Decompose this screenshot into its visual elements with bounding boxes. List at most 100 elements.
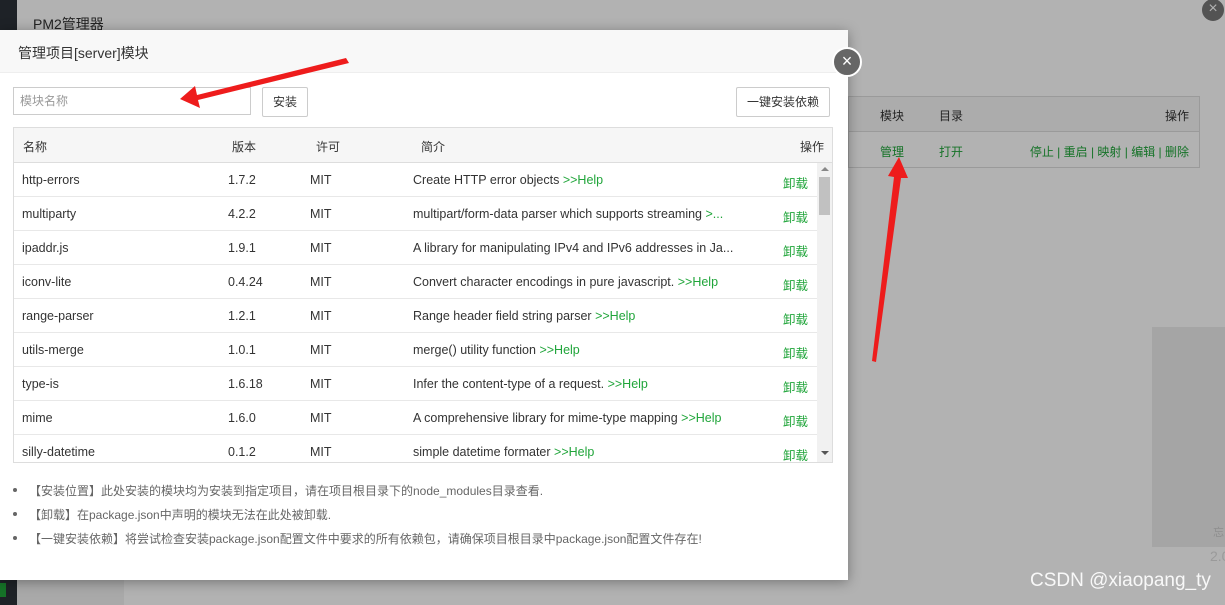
note-text: 【安装位置】此处安装的模块均为安装到指定项目，请在项目根目录下的node_mod…	[29, 484, 544, 498]
close-icon[interactable]: ×	[832, 47, 862, 77]
note-text: 【卸载】在package.json中声明的模块无法在此处被卸载.	[29, 508, 332, 522]
col-actions: 操作	[800, 140, 825, 154]
module-description: Infer the content-type of a request. >>H…	[413, 377, 745, 391]
table-row: mime 1.6.0 MIT A comprehensive library for …	[14, 401, 817, 435]
module-license: MIT	[310, 377, 332, 391]
table-row: type-is 1.6.18 MIT Infer the content-type o…	[14, 367, 817, 401]
bullet-icon	[13, 536, 17, 540]
table-row: iconv-lite 0.4.24 MIT Convert character enc…	[14, 265, 817, 299]
uninstall-link[interactable]: 卸载	[783, 377, 813, 396]
help-link[interactable]: >>Help	[563, 173, 603, 187]
install-button[interactable]: 安装	[262, 87, 308, 117]
note-item: 【安装位置】此处安装的模块均为安装到指定项目，请在项目根目录下的node_mod…	[13, 482, 833, 506]
description-text: Infer the content-type of a request.	[413, 377, 608, 391]
module-name: type-is	[22, 377, 59, 391]
module-name: http-errors	[22, 173, 80, 187]
module-name: silly-datetime	[22, 445, 95, 459]
uninstall-link[interactable]: 卸载	[783, 445, 813, 462]
scroll-thumb[interactable]	[819, 177, 830, 215]
module-name: utils-merge	[22, 343, 84, 357]
module-description: multipart/form-data parser which support…	[413, 207, 745, 221]
module-description: A comprehensive library for mime-type ma…	[413, 411, 745, 425]
uninstall-link[interactable]: 卸载	[783, 411, 813, 430]
description-text: Range header field string parser	[413, 309, 596, 323]
module-license: MIT	[310, 445, 332, 459]
module-license: MIT	[310, 173, 332, 187]
module-description: Range header field string parser >>Help	[413, 309, 745, 323]
help-link[interactable]: >>Help	[678, 275, 718, 289]
table-row: multiparty 4.2.2 MIT multipart/form-data pa…	[14, 197, 817, 231]
module-name: range-parser	[22, 309, 94, 323]
module-name: ipaddr.js	[22, 241, 69, 255]
description-text: simple datetime formater	[413, 445, 555, 459]
help-link[interactable]: >>Help	[595, 309, 635, 323]
module-license: MIT	[310, 241, 332, 255]
bullet-icon	[13, 488, 17, 492]
table-row: range-parser 1.2.1 MIT Range header field s…	[14, 299, 817, 333]
table-scrollbar[interactable]	[817, 163, 832, 462]
table-row: utils-merge 1.0.1 MIT merge() utility funct…	[14, 333, 817, 367]
module-version: 1.0.1	[228, 343, 256, 357]
module-version: 4.2.2	[228, 207, 256, 221]
module-version: 1.6.18	[228, 377, 263, 391]
module-license: MIT	[310, 207, 332, 221]
note-text: 【一键安装依赖】将尝试检查安装package.json配置文件中要求的所有依赖包…	[29, 532, 702, 546]
modules-table: 名称 版本 许可 简介 操作 http-errors 1.7.2 MIT Create…	[13, 127, 833, 463]
dialog-header: 管理项目[server]模块	[0, 30, 848, 73]
description-text: A library for manipulating IPv4 and IPv6…	[413, 241, 734, 255]
help-link[interactable]: >>Help	[608, 377, 648, 391]
module-description: A library for manipulating IPv4 and IPv6…	[413, 241, 745, 255]
module-description: simple datetime formater >>Help	[413, 445, 745, 459]
description-text: A comprehensive library for mime-type ma…	[413, 411, 682, 425]
help-link[interactable]: >...	[705, 207, 723, 221]
uninstall-link[interactable]: 卸载	[783, 275, 813, 294]
uninstall-link[interactable]: 卸载	[783, 207, 813, 226]
table-row: silly-datetime 0.1.2 MIT simple datetime fo…	[14, 435, 817, 462]
col-version: 版本	[232, 140, 257, 154]
module-description: Create HTTP error objects >>Help	[413, 173, 745, 187]
dialog-title: 管理项目[server]模块	[18, 45, 149, 61]
scroll-up-icon[interactable]	[821, 167, 829, 171]
help-link[interactable]: >>Help	[554, 445, 594, 459]
description-text: Convert character encodings in pure java…	[413, 275, 678, 289]
note-item: 【卸载】在package.json中声明的模块无法在此处被卸载.	[13, 506, 833, 530]
description-text: multipart/form-data parser which support…	[413, 207, 706, 221]
module-license: MIT	[310, 275, 332, 289]
modules-table-body: http-errors 1.7.2 MIT Create HTTP error obj…	[14, 163, 817, 462]
module-version: 0.1.2	[228, 445, 256, 459]
table-row: ipaddr.js 1.9.1 MIT A library for manipulat…	[14, 231, 817, 265]
module-version: 1.2.1	[228, 309, 256, 323]
col-license: 许可	[316, 140, 341, 154]
uninstall-link[interactable]: 卸载	[783, 173, 813, 192]
modules-table-header: 名称 版本 许可 简介 操作	[14, 128, 832, 163]
description-text: merge() utility function	[413, 343, 540, 357]
table-row: http-errors 1.7.2 MIT Create HTTP error obj…	[14, 163, 817, 197]
help-link[interactable]: >>Help	[539, 343, 579, 357]
help-link[interactable]: >>Help	[681, 411, 721, 425]
module-name: iconv-lite	[22, 275, 72, 289]
module-manager-dialog: 管理项目[server]模块 × 安装 一键安装依赖 名称 版本 许可 简介 操…	[0, 30, 862, 580]
uninstall-link[interactable]: 卸载	[783, 343, 813, 362]
module-version: 0.4.24	[228, 275, 263, 289]
module-license: MIT	[310, 309, 332, 323]
module-version: 1.7.2	[228, 173, 256, 187]
module-description: merge() utility function >>Help	[413, 343, 745, 357]
help-notes: 【安装位置】此处安装的模块均为安装到指定项目，请在项目根目录下的node_mod…	[13, 482, 833, 554]
bullet-icon	[13, 512, 17, 516]
module-name: multiparty	[22, 207, 77, 221]
uninstall-link[interactable]: 卸载	[783, 309, 813, 328]
uninstall-link[interactable]: 卸载	[783, 241, 813, 260]
scroll-down-icon[interactable]	[821, 451, 829, 455]
module-name: mime	[22, 411, 53, 425]
col-name: 名称	[23, 140, 48, 154]
module-version: 1.9.1	[228, 241, 256, 255]
col-description: 简介	[421, 140, 446, 154]
module-license: MIT	[310, 411, 332, 425]
description-text: Create HTTP error objects	[413, 173, 563, 187]
install-dependencies-button[interactable]: 一键安装依赖	[736, 87, 830, 117]
note-item: 【一键安装依赖】将尝试检查安装package.json配置文件中要求的所有依赖包…	[13, 530, 833, 554]
module-name-input[interactable]	[13, 87, 251, 115]
module-license: MIT	[310, 343, 332, 357]
module-description: Convert character encodings in pure java…	[413, 275, 745, 289]
module-version: 1.6.0	[228, 411, 256, 425]
